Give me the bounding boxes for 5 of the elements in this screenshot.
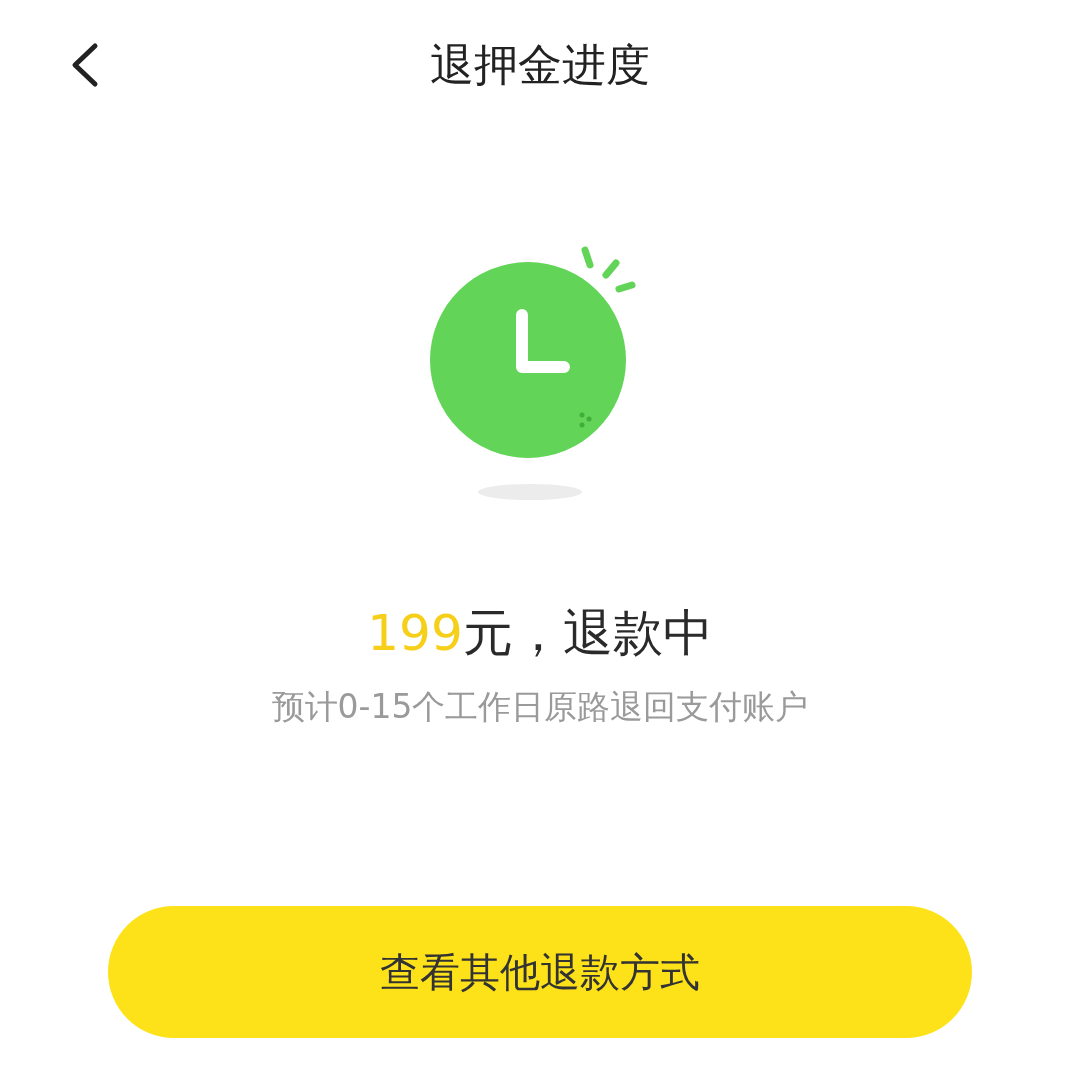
status-text: 元，退款中: [462, 603, 713, 663]
refund-note: 预计0-15个工作日原路退回支付账户: [271, 686, 809, 728]
amount-text: 199: [367, 603, 463, 663]
page-title: 退押金进度: [430, 37, 650, 92]
other-refund-button[interactable]: 查看其他退款方式: [108, 906, 972, 1038]
